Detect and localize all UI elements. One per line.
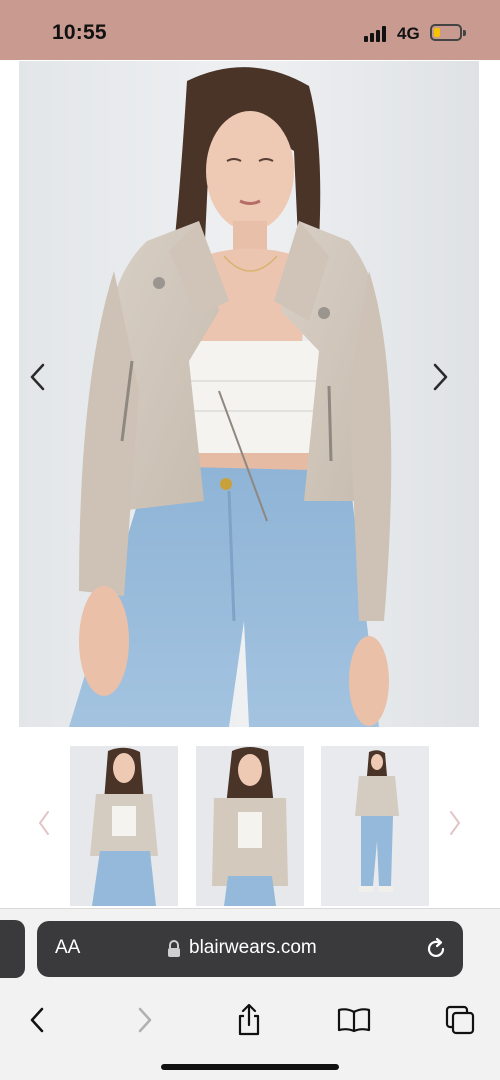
forward-button[interactable]: [125, 1000, 165, 1040]
thumbnail-2[interactable]: [196, 746, 304, 906]
network-type: 4G: [397, 24, 420, 43]
chevron-right-icon: [450, 811, 461, 835]
thumbnail-photo: [70, 746, 178, 906]
address-bar[interactable]: AA blairwears.com: [37, 921, 463, 977]
status-bar: 10:55 4G: [0, 0, 500, 60]
chevron-left-icon: [30, 363, 45, 391]
thumbnail-1[interactable]: [70, 746, 178, 906]
previous-tab-preview[interactable]: [0, 920, 25, 978]
home-indicator[interactable]: [161, 1064, 339, 1070]
url-text: blairwears.com: [189, 937, 317, 958]
main-product-image[interactable]: [19, 61, 479, 727]
back-button[interactable]: [17, 1000, 57, 1040]
cellular-signal-icon: [364, 24, 390, 42]
browser-page: 10:55 4G AA blairwears.com: [0, 0, 500, 1080]
thumbnails-next-button[interactable]: [443, 808, 467, 838]
tabs-icon: [445, 1005, 475, 1035]
text-size-label: AA: [55, 937, 81, 958]
safari-toolbar: AA blairwears.com: [0, 908, 500, 1080]
thumbnail-3[interactable]: [321, 746, 429, 906]
reload-icon[interactable]: [423, 936, 449, 962]
lock-icon: [168, 940, 180, 957]
product-photo: [19, 61, 479, 727]
thumbnail-photo: [321, 746, 429, 906]
chevron-left-icon: [30, 1007, 44, 1033]
thumbnails-prev-button[interactable]: [32, 808, 56, 838]
gallery-prev-button[interactable]: [28, 362, 68, 402]
tabs-button[interactable]: [440, 1000, 480, 1040]
battery-icon: [430, 24, 462, 41]
chevron-left-icon: [38, 811, 49, 835]
share-button[interactable]: [229, 1000, 269, 1040]
gallery-next-button[interactable]: [430, 362, 470, 402]
chevron-right-icon: [433, 363, 448, 391]
text-size-button[interactable]: AA: [55, 937, 80, 959]
battery-cap: [463, 30, 466, 36]
battery-level: [434, 28, 440, 37]
chevron-right-icon: [138, 1007, 152, 1033]
status-time: 10:55: [52, 21, 107, 44]
bookmarks-button[interactable]: [334, 1000, 374, 1040]
thumbnail-photo: [196, 746, 304, 906]
book-icon: [337, 1008, 371, 1033]
share-icon: [238, 1003, 260, 1036]
